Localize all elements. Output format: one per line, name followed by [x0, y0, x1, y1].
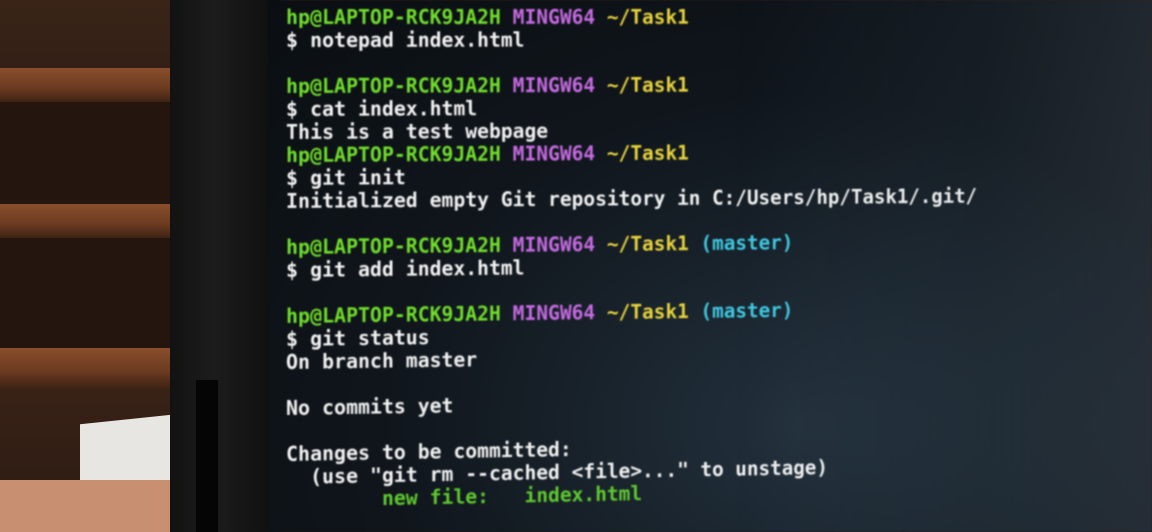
prompt-user: hp@LAPTOP-RCK9JA2H [286, 301, 501, 328]
output-text: No commits yet [286, 393, 454, 420]
output-text: This is a test webpage [286, 118, 549, 144]
prompt-system: MINGW64 [512, 141, 596, 166]
prompt-system: MINGW64 [512, 73, 596, 98]
new-file-label: new file: [286, 484, 489, 512]
command-text: $ git status [286, 325, 430, 351]
prompt-branch: (master) [700, 230, 794, 255]
prompt-user: hp@LAPTOP-RCK9JA2H [286, 5, 501, 29]
prompt-path: ~/Task1 [606, 231, 689, 256]
prompt-branch: (master) [700, 298, 794, 323]
command-text: $ notepad index.html [286, 27, 525, 52]
prompt-path: ~/Task1 [606, 5, 689, 29]
command-line: $ notepad index.html [286, 28, 977, 52]
prompt-line: hp@LAPTOP-RCK9JA2H MINGW64 ~/Task1 [286, 73, 977, 98]
prompt-system: MINGW64 [512, 300, 596, 326]
prompt-system: MINGW64 [512, 5, 596, 29]
new-file-name: index.html [488, 481, 643, 509]
photo-scene: hp@LAPTOP-RCK9JA2H MINGW64 ~/Task1 $ note… [0, 0, 1152, 532]
command-text: $ cat index.html [286, 96, 478, 121]
prompt-user: hp@LAPTOP-RCK9JA2H [286, 233, 501, 259]
prompt-user: hp@LAPTOP-RCK9JA2H [286, 73, 501, 98]
laptop-bezel-edge [196, 380, 218, 532]
output-text: On branch master [286, 347, 478, 374]
prompt-path: ~/Task1 [606, 299, 689, 324]
terminal-output[interactable]: hp@LAPTOP-RCK9JA2H MINGW64 ~/Task1 $ note… [286, 5, 977, 512]
command-line: $ cat index.html [286, 96, 977, 121]
terminal-window[interactable]: hp@LAPTOP-RCK9JA2H MINGW64 ~/Task1 $ note… [268, 0, 1152, 532]
prompt-system: MINGW64 [512, 232, 596, 257]
prompt-path: ~/Task1 [606, 140, 689, 165]
prompt-user: hp@LAPTOP-RCK9JA2H [286, 141, 501, 167]
prompt-path: ~/Task1 [606, 72, 689, 97]
laptop-bezel [170, 0, 280, 532]
prompt-line: hp@LAPTOP-RCK9JA2H MINGW64 ~/Task1 [286, 5, 977, 29]
command-text: $ git add index.html [286, 255, 525, 282]
command-text: $ git init [286, 165, 406, 190]
